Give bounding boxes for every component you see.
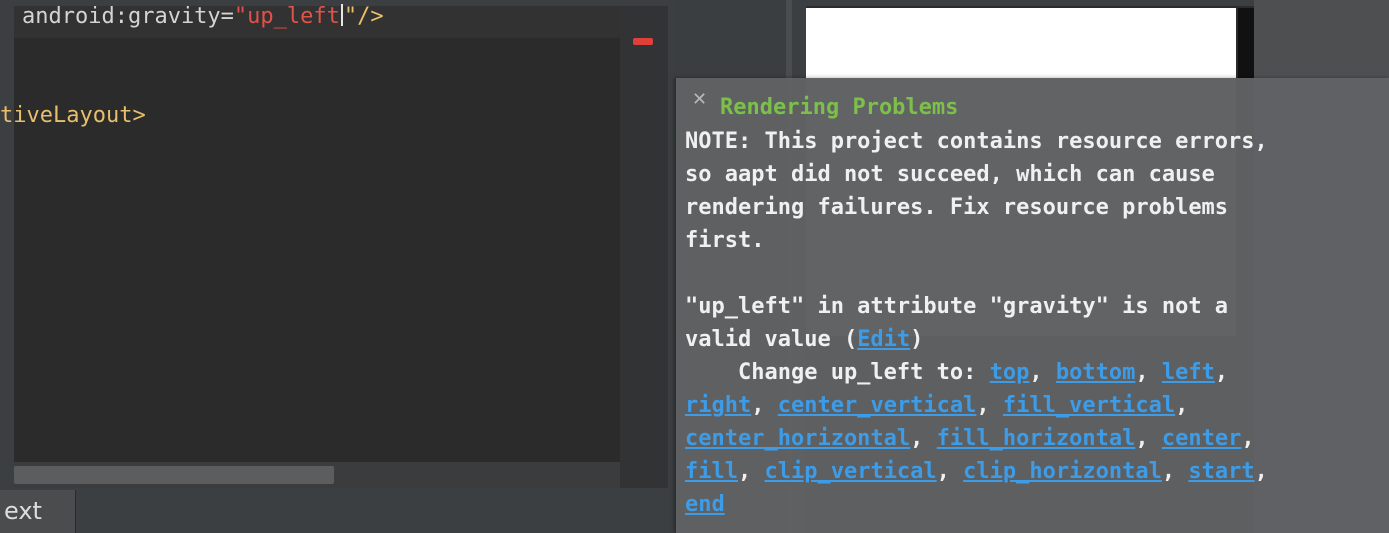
- change-suggestion-line-2: right, center_vertical, fill_vertical,: [685, 393, 1189, 418]
- code-quote-open: ": [233, 4, 248, 29]
- option-link-right[interactable]: right: [685, 393, 751, 418]
- option-link-center-horizontal[interactable]: center_horizontal: [685, 426, 910, 451]
- code-editor[interactable]: [14, 6, 620, 462]
- option-link-start[interactable]: start: [1188, 459, 1254, 484]
- note-line-2: so aapt did not succeed, which can cause: [685, 162, 1215, 187]
- option-link-clip-vertical[interactable]: clip_vertical: [764, 459, 936, 484]
- change-prefix: Change up_left to:: [685, 360, 990, 385]
- change-suggestion-line-1: Change up_left to: top, bottom, left,: [685, 360, 1229, 385]
- code-line-closing-tag[interactable]: tiveLayout>: [0, 102, 146, 130]
- horizontal-scrollbar-thumb[interactable]: [14, 466, 334, 484]
- panel-title: Rendering Problems: [720, 95, 959, 120]
- note-line-1: NOTE: This project contains resource err…: [685, 129, 1268, 154]
- note-line-3: rendering failures. Fix resource problem…: [685, 195, 1229, 220]
- change-suggestion-line-3: center_horizontal, fill_horizontal, cent…: [685, 426, 1255, 451]
- code-line-gravity[interactable]: android:gravity="up_left "/>: [22, 3, 384, 31]
- option-link-center-vertical[interactable]: center_vertical: [778, 393, 977, 418]
- option-link-center[interactable]: center: [1162, 426, 1241, 451]
- error-message-line-2: valid value (Edit): [685, 323, 923, 356]
- error-text-prefix: valid value (: [685, 327, 858, 352]
- note-line-4: first.: [685, 228, 765, 253]
- editor-bottom-tabs: [0, 488, 668, 533]
- device-frame-edge: [1238, 8, 1254, 78]
- option-link-clip-horizontal[interactable]: clip_horizontal: [963, 459, 1162, 484]
- close-icon[interactable]: ✕: [692, 90, 707, 110]
- left-gutter: [0, 0, 14, 533]
- tab-text[interactable]: ext: [0, 490, 76, 533]
- option-link-bottom[interactable]: bottom: [1056, 360, 1135, 385]
- change-suggestion-line-4: fill, clip_vertical, clip_horizontal, st…: [685, 459, 1268, 484]
- error-text-suffix: ): [910, 327, 924, 352]
- edit-link[interactable]: Edit: [857, 327, 910, 352]
- option-link-left[interactable]: left: [1162, 360, 1215, 385]
- change-suggestion-line-5: end: [685, 488, 725, 521]
- error-message-line-1: "up_left" in attribute "gravity" is not …: [685, 294, 1229, 319]
- layout-preview-canvas: [806, 8, 1236, 78]
- code-value-error: up_left: [247, 4, 340, 29]
- error-marker[interactable]: [633, 38, 653, 45]
- text-caret: [340, 4, 343, 26]
- code-closing: "/>: [343, 4, 384, 29]
- option-link-top[interactable]: top: [990, 360, 1030, 385]
- option-link-fill[interactable]: fill: [685, 459, 738, 484]
- error-stripe-gutter[interactable]: [620, 6, 668, 533]
- code-attribute: android:gravity=: [22, 4, 234, 29]
- option-link-fill-horizontal[interactable]: fill_horizontal: [937, 426, 1136, 451]
- option-link-end[interactable]: end: [685, 492, 725, 517]
- option-link-fill-vertical[interactable]: fill_vertical: [1003, 393, 1175, 418]
